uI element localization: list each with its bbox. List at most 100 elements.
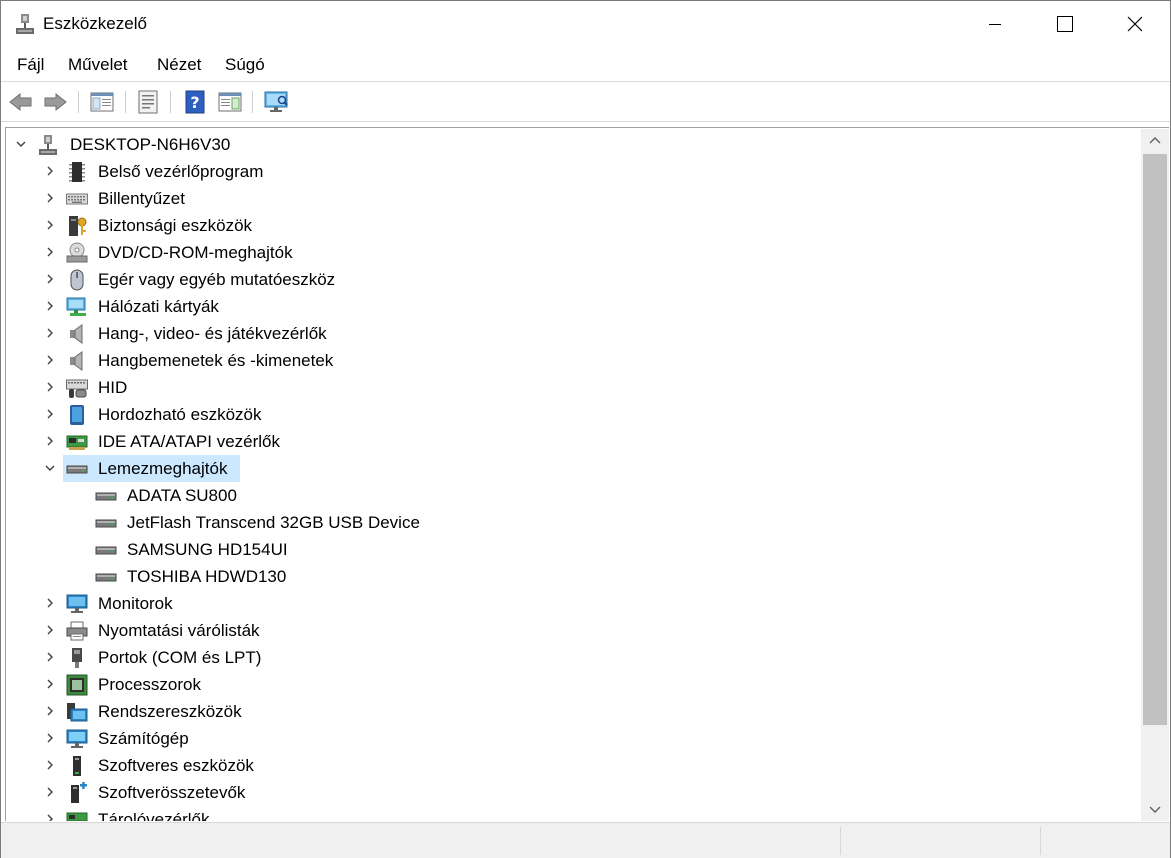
chevron-right-icon[interactable] [43,164,57,178]
chevron-right-icon[interactable] [43,353,57,367]
device-tree[interactable]: DESKTOP-N6H6V30 Belső vezérlőprogram Bil… [5,127,1169,821]
tree-category[interactable]: Egér vagy egyéb mutatóeszköz [6,266,1141,293]
scan-hardware-changes-button[interactable] [262,88,290,116]
tree-device[interactable]: SAMSUNG HD154UI [6,536,1141,563]
scrollbar-thumb[interactable] [1143,154,1167,725]
show-hide-console-tree-button[interactable] [88,88,116,116]
tree-category[interactable]: DVD/CD-ROM-meghajtók [6,239,1141,266]
tree-category[interactable]: Hang-, video- és játékvezérlők [6,320,1141,347]
chevron-right-icon[interactable] [43,704,57,718]
tree-category[interactable]: Biztonsági eszközök [6,212,1141,239]
help-button[interactable]: ? [181,88,209,116]
tree-category[interactable]: Hálózati kártyák [6,293,1141,320]
chevron-right-icon[interactable] [43,812,57,821]
tree-category[interactable]: Hangbemenetek és -kimenetek [6,347,1141,374]
tree-device[interactable]: ADATA SU800 [6,482,1141,509]
scroll-up-button[interactable] [1141,129,1169,151]
chevron-right-icon[interactable] [43,218,57,232]
chevron-right-icon[interactable] [43,596,57,610]
properties-icon [138,90,158,114]
chevron-right-icon[interactable] [43,245,57,259]
maximize-button[interactable] [1030,1,1100,47]
port-icon [72,648,82,668]
printer-icon [66,621,88,641]
chevron-right-icon[interactable] [43,785,57,799]
chevron-right-icon[interactable] [43,272,57,286]
tree-category-label: Monitorok [98,594,173,613]
chevron-right-icon[interactable] [43,623,57,637]
tree-category-label: Processzorok [98,675,201,694]
toolbar: ? [1,83,1170,121]
tree-category[interactable]: Számítógép [6,725,1141,752]
tree-category-label: Rendszereszközök [98,702,242,721]
properties-button[interactable] [134,88,162,116]
show-action-pane-button[interactable] [216,88,244,116]
back-button[interactable] [7,88,35,116]
chevron-right-icon[interactable] [43,758,57,772]
chevron-right-icon[interactable] [43,326,57,340]
tree-category-label: Biztonsági eszközök [98,216,253,235]
chevron-down-icon[interactable] [14,137,28,151]
tree-category[interactable]: Belső vezérlőprogram [6,158,1141,185]
tree-device[interactable]: JetFlash Transcend 32GB USB Device [6,509,1141,536]
tree-category[interactable]: Rendszereszközök [6,698,1141,725]
tree-device[interactable]: TOSHIBA HDWD130 [6,563,1141,590]
tree-category-label: HID [98,378,128,397]
tree-category[interactable]: Monitorok [6,590,1141,617]
chevron-right-icon[interactable] [43,299,57,313]
chevron-right-icon[interactable] [43,434,57,448]
chevron-right-icon[interactable] [43,650,57,664]
chevron-right-icon[interactable] [43,677,57,691]
tree-category[interactable]: IDE ATA/ATAPI vezérlők [6,428,1141,455]
toolbar-bottom-separator [1,121,1170,122]
forward-button[interactable] [41,88,69,116]
disk-drive-icon [95,573,117,582]
tree-root[interactable]: DESKTOP-N6H6V30 [6,131,1141,158]
tree-category[interactable]: HID [6,374,1141,401]
tree-category-label: Szoftverösszetevők [98,783,246,802]
computer-icon [66,729,88,748]
chevron-right-icon[interactable] [43,191,57,205]
mouse-icon [70,269,84,291]
tree-category[interactable]: Szoftverösszetevők [6,779,1141,806]
tree-category[interactable]: Nyomtatási várólisták [6,617,1141,644]
menu-file[interactable]: Fájl [17,55,44,75]
vertical-scrollbar[interactable] [1141,129,1169,821]
software-component-icon [71,782,87,803]
close-button[interactable] [1100,1,1170,47]
disk-drive-icon [95,519,117,528]
tree-category-label: DVD/CD-ROM-meghajtók [98,243,293,262]
tree-category[interactable]: Hordozható eszközök [6,401,1141,428]
scroll-down-button[interactable] [1141,799,1169,821]
title-bar[interactable]: Eszközkezelő [1,1,1170,47]
tree-category[interactable]: Portok (COM és LPT) [6,644,1141,671]
tree-category-label: Tárolóvezérlők [98,810,210,821]
show-action-pane-icon [218,92,242,112]
optical-drive-icon [66,242,88,263]
tree-category[interactable]: Processzorok [6,671,1141,698]
toolbar-separator [125,91,126,113]
chevron-right-icon[interactable] [43,380,57,394]
software-device-icon [73,756,81,776]
keyboard-icon [66,193,88,205]
speaker-icon [70,351,83,371]
processor-icon [66,674,88,696]
chevron-right-icon[interactable] [43,407,57,421]
tree-category[interactable]: Tárolóvezérlők [6,806,1141,821]
menu-action[interactable]: Művelet [68,55,128,75]
chevron-down-icon[interactable] [43,461,57,475]
menu-help[interactable]: Súgó [225,55,265,75]
tree-category-label: Hálózati kártyák [98,297,219,316]
tree-device-label: SAMSUNG HD154UI [127,540,288,559]
tree-category[interactable]: Billentyűzet [6,185,1141,212]
minimize-button[interactable] [960,1,1030,47]
device-manager-window: Eszközkezelő Fájl Művelet Nézet Súgó ? D… [0,0,1171,858]
system-device-icon [67,703,88,722]
tree-category-label: Hang-, video- és játékvezérlők [98,324,327,343]
tree-category[interactable]: Szoftveres eszközök [6,752,1141,779]
monitor-icon [66,594,88,613]
chevron-right-icon[interactable] [43,731,57,745]
window-title: Eszközkezelő [43,14,147,33]
tree-category-expanded[interactable]: Lemezmeghajtók [6,455,1141,482]
menu-view[interactable]: Nézet [157,55,201,75]
